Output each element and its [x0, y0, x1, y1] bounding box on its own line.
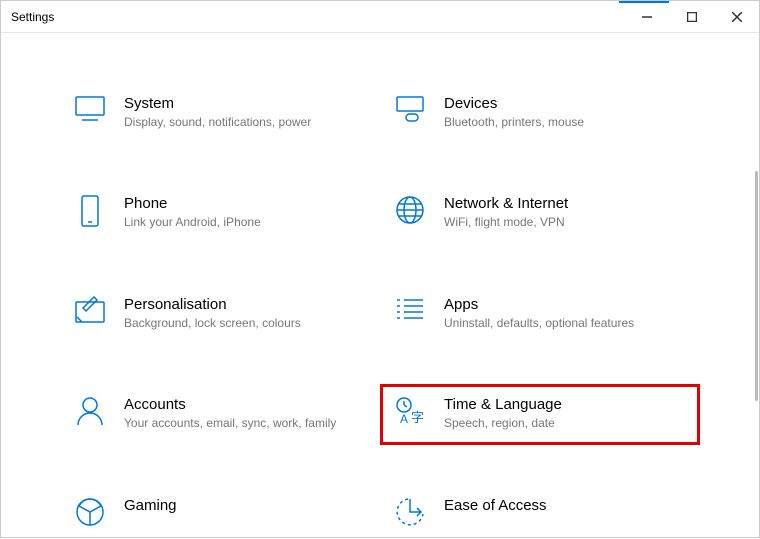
tile-desc: Background, lock screen, colours	[124, 315, 350, 332]
system-icon	[70, 95, 110, 123]
tile-personalisation[interactable]: Personalisation Background, lock screen,…	[60, 284, 380, 344]
maximize-button[interactable]	[669, 2, 714, 32]
time-language-icon: A字	[390, 396, 430, 426]
tile-title: Personalisation	[124, 296, 350, 313]
close-button[interactable]	[714, 2, 759, 32]
personalisation-icon	[70, 296, 110, 324]
phone-icon	[70, 195, 110, 227]
tile-apps[interactable]: Apps Uninstall, defaults, optional featu…	[380, 284, 700, 344]
tile-title: Devices	[444, 95, 670, 112]
tile-title: Apps	[444, 296, 670, 313]
scrollbar[interactable]	[755, 171, 758, 401]
svg-text:字: 字	[411, 410, 424, 425]
minimize-button[interactable]	[624, 2, 669, 32]
title-bar: Settings	[1, 1, 759, 33]
accounts-icon	[70, 396, 110, 426]
tile-devices[interactable]: Devices Bluetooth, printers, mouse	[380, 83, 700, 143]
ease-of-access-icon	[390, 497, 430, 527]
tile-title: Phone	[124, 195, 350, 212]
settings-grid: System Display, sound, notifications, po…	[60, 33, 700, 499]
tile-desc: Your accounts, email, sync, work, family	[124, 415, 350, 432]
window-title: Settings	[11, 10, 54, 24]
tile-phone[interactable]: Phone Link your Android, iPhone	[60, 183, 380, 243]
tile-gaming[interactable]: Gaming	[60, 485, 380, 539]
gaming-icon	[70, 497, 110, 527]
tile-time-language[interactable]: A字 Time & Language Speech, region, date	[380, 384, 700, 444]
tile-system[interactable]: System Display, sound, notifications, po…	[60, 83, 380, 143]
devices-icon	[390, 95, 430, 123]
tile-desc: WiFi, flight mode, VPN	[444, 214, 670, 231]
tile-title: System	[124, 95, 350, 112]
tile-title: Network & Internet	[444, 195, 670, 212]
tile-ease-of-access[interactable]: Ease of Access	[380, 485, 700, 539]
tile-accounts[interactable]: Accounts Your accounts, email, sync, wor…	[60, 384, 380, 444]
apps-icon	[390, 296, 430, 322]
tile-desc: Display, sound, notifications, power	[124, 114, 350, 131]
tile-title: Time & Language	[444, 396, 670, 413]
tile-desc: Link your Android, iPhone	[124, 214, 350, 231]
tile-title: Gaming	[124, 497, 350, 514]
tile-desc: Bluetooth, printers, mouse	[444, 114, 670, 131]
globe-icon	[390, 195, 430, 225]
tile-title: Accounts	[124, 396, 350, 413]
tile-desc: Uninstall, defaults, optional features	[444, 315, 670, 332]
svg-text:A: A	[400, 412, 408, 426]
tile-network[interactable]: Network & Internet WiFi, flight mode, VP…	[380, 183, 700, 243]
tile-title: Ease of Access	[444, 497, 670, 514]
tile-desc: Speech, region, date	[444, 415, 670, 432]
